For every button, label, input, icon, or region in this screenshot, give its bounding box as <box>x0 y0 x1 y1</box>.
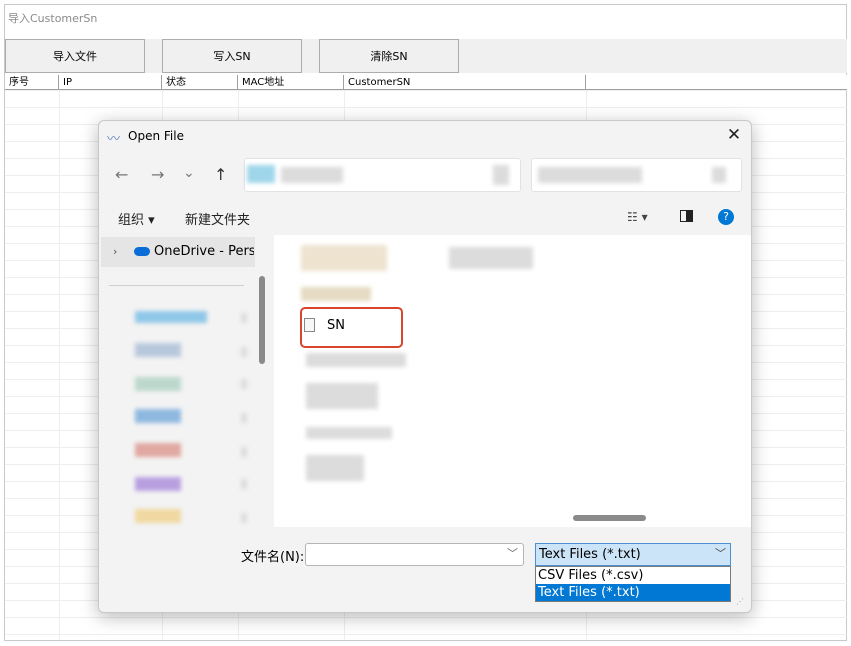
file-item-redacted[interactable] <box>301 245 387 271</box>
filename-input[interactable] <box>305 543 524 566</box>
nav-item-redacted[interactable] <box>135 509 181 523</box>
filename-label: 文件名(N): <box>241 550 305 565</box>
search-placeholder-redacted <box>538 167 642 183</box>
nav-item-redacted[interactable] <box>135 409 181 423</box>
view-options-icon[interactable]: ☷ ▾ <box>627 210 648 224</box>
file-type-select[interactable]: Text Files (*.txt) <box>535 543 731 566</box>
column-header-customersn[interactable]: CustomerSN <box>344 75 586 90</box>
app-title: 导入CustomerSn <box>8 12 98 25</box>
file-item-redacted[interactable] <box>306 427 392 439</box>
new-folder-button[interactable]: 新建文件夹 <box>185 209 250 228</box>
nav-divider <box>109 285 244 286</box>
grid-row-line <box>5 617 847 618</box>
dialog-title: Open File <box>128 129 184 143</box>
nav-item-redacted[interactable] <box>135 443 181 457</box>
nav-item-redacted[interactable] <box>135 311 207 323</box>
file-item-redacted[interactable] <box>306 353 406 367</box>
chevron-down-icon[interactable]: ﹀ <box>507 545 518 561</box>
horizontal-scrollbar[interactable] <box>573 515 646 521</box>
column-header-mac[interactable]: MAC地址 <box>238 75 344 90</box>
search-input[interactable] <box>531 158 742 192</box>
app-icon: 〰 <box>107 132 121 147</box>
clear-sn-button[interactable]: 清除SN <box>319 39 459 73</box>
open-file-dialog: 〰 Open File ✕ ← → ⌄ ↑ 组织 ▾ 新建文件夹 ☷ ▾ ? ›… <box>98 120 752 613</box>
close-icon[interactable]: ✕ <box>725 126 743 144</box>
write-sn-button[interactable]: 写入SN <box>162 39 302 73</box>
help-icon[interactable]: ? <box>718 209 734 225</box>
file-type-option-csv[interactable]: CSV Files (*.csv) <box>536 567 730 584</box>
nav-item-redacted[interactable] <box>135 377 181 391</box>
refresh-icon[interactable] <box>493 165 509 185</box>
column-header-status[interactable]: 状态 <box>162 75 238 90</box>
expand-chevron-icon[interactable]: › <box>113 245 117 258</box>
organize-menu[interactable]: 组织 ▾ <box>118 209 155 228</box>
search-icon <box>712 167 726 183</box>
nav-scrollbar[interactable] <box>259 276 265 364</box>
address-bar[interactable] <box>244 158 521 192</box>
file-item-redacted[interactable] <box>306 383 378 409</box>
file-item-redacted[interactable] <box>306 455 364 481</box>
import-file-button[interactable]: 导入文件 <box>5 39 145 73</box>
forward-icon[interactable]: → <box>151 165 164 184</box>
file-item-redacted[interactable] <box>449 247 533 269</box>
highlight-box <box>300 307 403 348</box>
pin-icon <box>241 379 247 389</box>
folder-icon <box>247 165 275 183</box>
back-icon[interactable]: ← <box>115 165 128 184</box>
file-type-dropdown: CSV Files (*.csv) Text Files (*.txt) <box>535 566 731 602</box>
column-header-ip[interactable]: IP <box>59 75 162 90</box>
resize-grip-icon[interactable]: ⋰ <box>736 597 744 606</box>
preview-pane-icon[interactable] <box>680 210 693 222</box>
column-header-filler <box>586 75 847 90</box>
grid-column-line <box>59 90 60 640</box>
grid-row-line <box>5 107 847 108</box>
up-arrow-icon[interactable]: ↑ <box>214 165 227 184</box>
file-type-option-txt[interactable]: Text Files (*.txt) <box>536 584 730 601</box>
chevron-down-icon[interactable]: ﹀ <box>715 545 726 561</box>
onedrive-cloud-icon <box>134 247 150 256</box>
pin-icon <box>241 347 247 357</box>
file-item-redacted[interactable] <box>301 287 371 301</box>
pin-icon <box>241 479 247 489</box>
column-header-index[interactable]: 序号 <box>5 75 59 90</box>
pin-icon <box>241 313 247 323</box>
address-path-redacted <box>281 167 343 183</box>
grid-row-line <box>5 634 847 635</box>
nav-item-redacted[interactable] <box>135 477 181 491</box>
pin-icon <box>241 447 247 457</box>
onedrive-label: OneDrive - Perso <box>154 244 254 259</box>
pin-icon <box>241 513 247 523</box>
file-list[interactable] <box>274 235 751 527</box>
nav-item-redacted[interactable] <box>135 343 181 357</box>
grid-row-line <box>5 90 847 91</box>
chevron-down-icon[interactable]: ⌄ <box>183 165 195 181</box>
pin-icon <box>241 413 247 423</box>
